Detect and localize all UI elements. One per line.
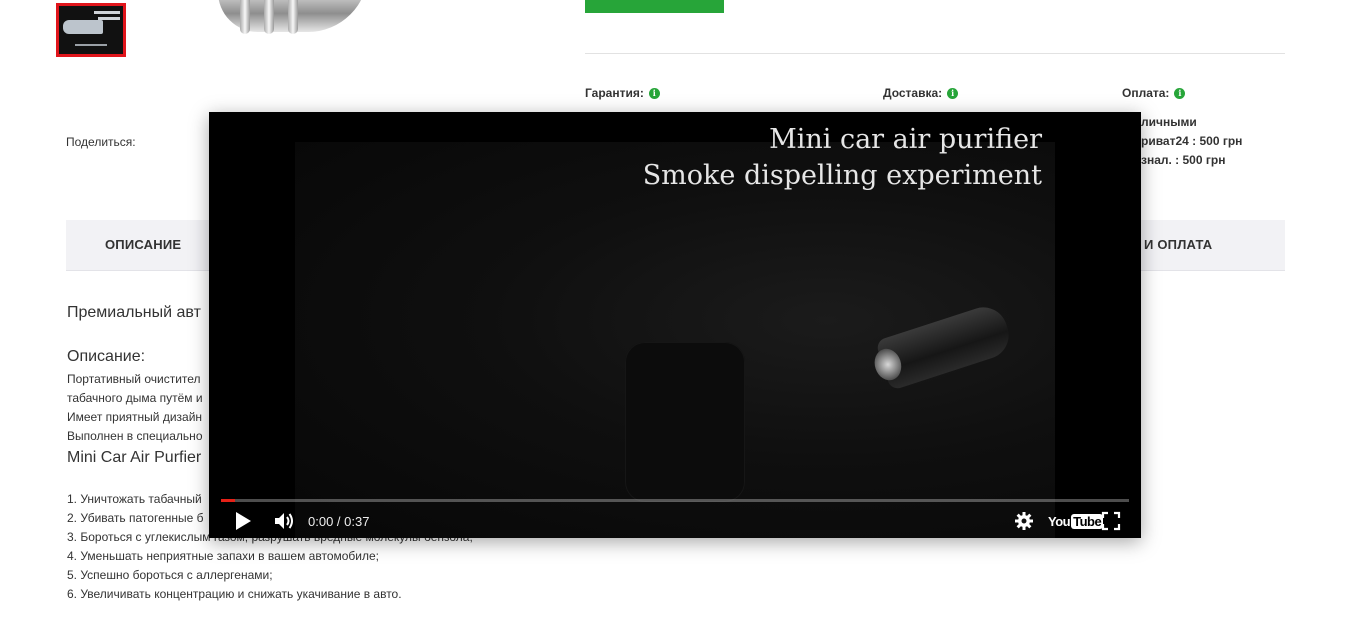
video-time: 0:00 / 0:37 [308,513,370,529]
payment-label[interactable]: Оплата: i [1122,86,1186,100]
thumbnail-text-line [94,11,120,14]
feature-item: 5. Успешно бороться с аллергенами; [67,568,273,582]
thumbnail-hand-shape [63,20,103,34]
tab-delivery-payment[interactable]: И ОПЛАТА [1144,237,1212,252]
product-image [200,0,380,44]
feature-item: 1. Уничтожать табачный [67,492,202,506]
video-player[interactable]: Mini car air purifier Smoke dispelling e… [209,112,1141,538]
video-title-line: Smoke dispelling experiment [642,160,1042,191]
video-progress-bar[interactable] [221,499,1129,502]
info-icon[interactable]: i [947,87,959,99]
description-line: табачного дыма путём и [67,391,203,405]
description-line: Портативный очистител [67,372,201,386]
share-label: Поделиться: [66,135,136,149]
description-line: Имеет приятный дизайн [67,410,203,424]
video-scene-seat [625,342,745,502]
product-image-rib [264,0,274,34]
description-heading: Премиальный авт [67,304,201,321]
payment-option: риват24 : 500 грн [1141,134,1243,148]
info-icon[interactable]: i [1174,87,1186,99]
tab-description[interactable]: ОПИСАНИЕ [105,237,181,252]
delivery-label[interactable]: Доставка: i [883,86,959,100]
volume-icon[interactable] [273,510,295,532]
fullscreen-icon[interactable] [1101,510,1121,532]
video-thumbnail[interactable] [56,3,126,57]
payment-option: знал. : 500 грн [1141,153,1226,167]
warranty-label[interactable]: Гарантия: i [585,86,660,100]
video-title-line: Mini car air purifier [769,124,1042,155]
divider [585,53,1285,54]
description-line: Выполнен в специально [67,429,203,443]
info-icon[interactable]: i [648,87,660,99]
gear-icon[interactable] [1014,510,1034,532]
model-heading: Mini Car Air Purfier [67,449,202,466]
feature-item: 2. Убивать патогенные б [67,511,204,525]
play-icon[interactable] [236,512,251,530]
video-frame[interactable] [295,142,1055,538]
buy-button[interactable] [585,0,724,13]
video-progress-played [221,499,235,502]
product-image-rib [288,0,298,34]
description-subheading: Описание: [67,348,146,365]
feature-item: 4. Уменьшать неприятные запахи в вашем а… [67,549,379,563]
thumbnail-text-line [75,44,107,46]
video-scene-device [875,301,1015,391]
youtube-logo[interactable]: You Tube [1048,510,1104,532]
thumbnail-text-line [98,17,120,20]
product-image-rib [240,0,250,34]
payment-option: личными [1141,115,1197,129]
feature-item: 6. Увеличивать концентрацию и снижать ук… [67,587,402,601]
